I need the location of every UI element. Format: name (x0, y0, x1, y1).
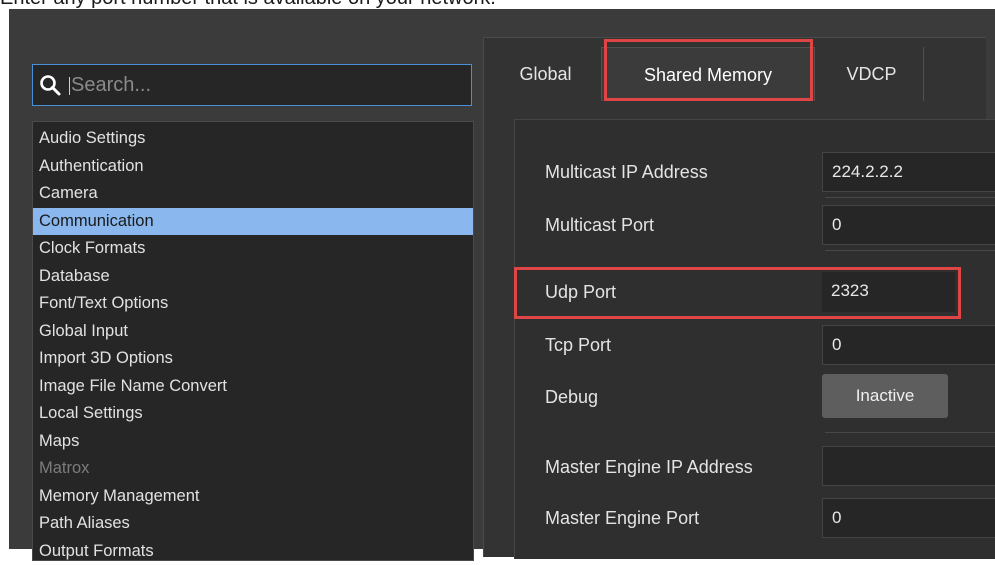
master-engine-port-field[interactable]: 0 (822, 498, 995, 538)
tab-global[interactable]: Global (493, 47, 598, 101)
multicast-ip-field[interactable]: 224.2.2.2 (822, 152, 995, 192)
tcp-port-label: Tcp Port (545, 330, 611, 360)
multicast-ip-label: Multicast IP Address (545, 157, 708, 187)
master-engine-ip-field[interactable] (822, 446, 995, 486)
multicast-port-field[interactable]: 0 (822, 205, 995, 245)
separator (825, 250, 995, 251)
master-engine-port-label: Master Engine Port (545, 503, 699, 533)
settings-category-list[interactable]: Audio Settings Authentication Camera Com… (32, 121, 474, 561)
debug-toggle-button[interactable]: Inactive (822, 374, 948, 418)
list-item-global-input[interactable]: Global Input (33, 318, 473, 346)
highlight-box-shared-memory-tab (604, 39, 813, 101)
list-item-output-formats[interactable]: Output Formats (33, 538, 473, 565)
list-item-import-3d-options[interactable]: Import 3D Options (33, 345, 473, 373)
master-engine-ip-label: Master Engine IP Address (545, 452, 753, 482)
list-item-memory-management[interactable]: Memory Management (33, 483, 473, 511)
separator (825, 432, 995, 433)
search-input[interactable] (71, 69, 461, 101)
search-box[interactable] (32, 64, 472, 106)
debug-label: Debug (545, 382, 598, 412)
highlight-box-udp-port (514, 267, 961, 319)
list-item-clock-formats[interactable]: Clock Formats (33, 235, 473, 263)
list-item-local-settings[interactable]: Local Settings (33, 400, 473, 428)
search-icon (38, 73, 62, 97)
text-caret (69, 77, 70, 95)
tab-vdcp[interactable]: VDCP (820, 47, 924, 101)
list-item-matrox: Matrox (33, 455, 473, 483)
list-item-audio-settings[interactable]: Audio Settings (33, 125, 473, 153)
list-item-image-file-name-convert[interactable]: Image File Name Convert (33, 373, 473, 401)
separator (825, 197, 995, 198)
list-item-communication[interactable]: Communication (33, 208, 473, 236)
list-item-database[interactable]: Database (33, 263, 473, 291)
list-item-font-text-options[interactable]: Font/Text Options (33, 290, 473, 318)
list-item-path-aliases[interactable]: Path Aliases (33, 510, 473, 538)
list-item-authentication[interactable]: Authentication (33, 153, 473, 181)
tcp-port-field[interactable]: 0 (822, 325, 995, 365)
list-item-camera[interactable]: Camera (33, 180, 473, 208)
list-item-maps[interactable]: Maps (33, 428, 473, 456)
multicast-port-label: Multicast Port (545, 210, 654, 240)
instruction-caption: Enter any port number that is available … (0, 0, 995, 9)
